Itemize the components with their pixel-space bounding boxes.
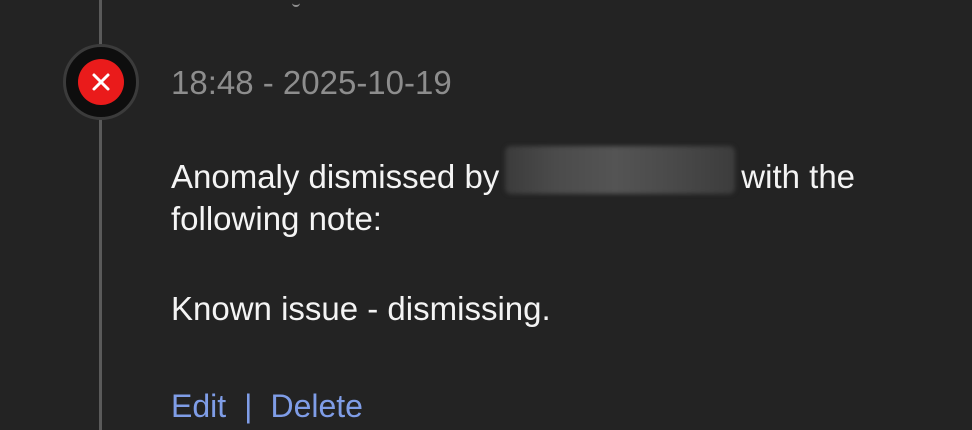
close-icon	[92, 73, 110, 91]
error-status-icon	[78, 59, 124, 105]
dismissal-note: Known issue - dismissing.	[171, 290, 551, 327]
event-actions: Edit | Delete	[171, 386, 363, 426]
delete-link[interactable]: Delete	[270, 388, 363, 424]
event-message: Anomaly dismissed by with the following n…	[171, 146, 931, 240]
event-message-suffix: with the	[741, 158, 856, 195]
previous-entry-fragment	[292, 0, 300, 7]
event-timestamp: 18:48 - 2025-10-19	[171, 64, 452, 101]
redacted-user-name	[505, 146, 736, 194]
event-message-prefix: Anomaly dismissed by	[171, 158, 500, 195]
event-message-line-2: following note:	[171, 200, 382, 237]
edit-link[interactable]: Edit	[171, 388, 226, 424]
action-separator: |	[244, 388, 253, 424]
event-message-line-1: Anomaly dismissed by with the	[171, 146, 931, 198]
event-status-marker	[63, 44, 139, 120]
